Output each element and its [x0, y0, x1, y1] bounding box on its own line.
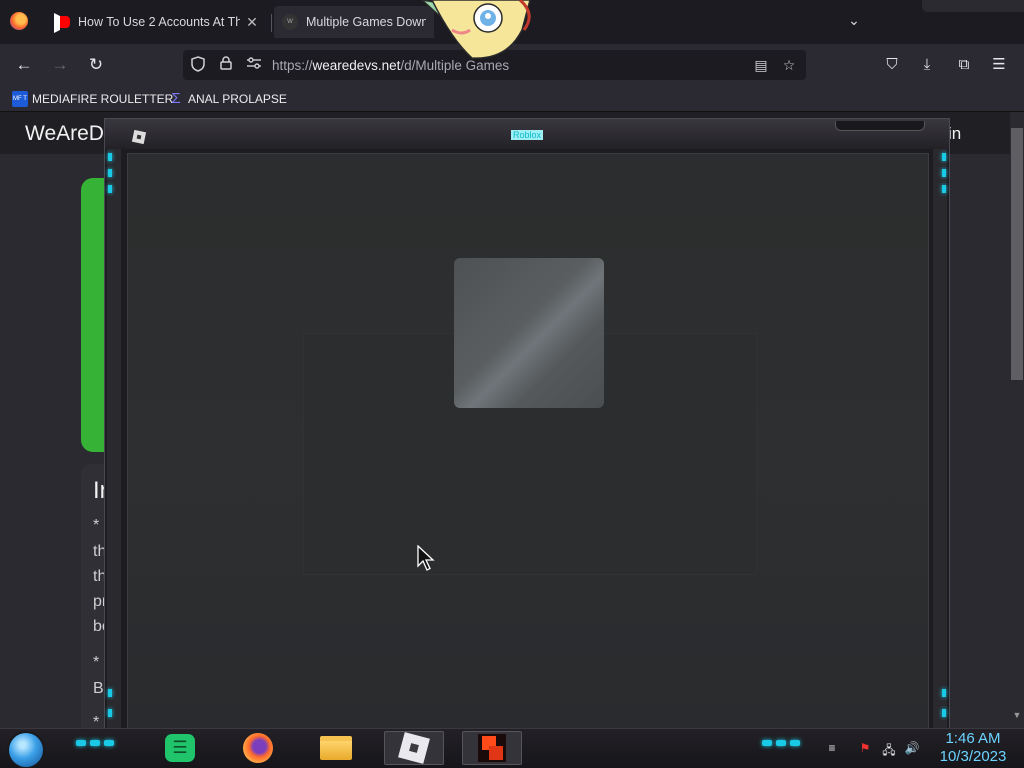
url-path: /d/Multiple Games — [400, 58, 510, 73]
action-center-flag-icon[interactable]: ⚑ — [857, 741, 873, 757]
taskbar-file-explorer[interactable] — [306, 731, 366, 765]
network-icon[interactable]: 🖧 — [881, 741, 897, 757]
shield-icon[interactable] — [189, 56, 207, 74]
bookmark-mediafire-rouletter[interactable]: MF T MEDIAFIRE ROULETTER — [12, 90, 173, 108]
frame-light — [942, 153, 946, 161]
permissions-icon[interactable] — [245, 56, 263, 74]
anime-character-overlay-icon — [412, 0, 538, 60]
youtube-icon — [54, 14, 70, 30]
window-frame-left — [107, 149, 121, 729]
page-scrollbar[interactable]: ▼ — [1010, 112, 1024, 728]
roblox-icon — [398, 732, 430, 764]
roblox-window[interactable]: Roblox — [104, 118, 950, 731]
menu-icon[interactable]: ☰ — [988, 54, 1010, 76]
url-protocol: https:// — [272, 58, 313, 73]
extensions-icon[interactable]: ⧉ — [953, 54, 975, 76]
sigma-icon: Σ — [171, 90, 181, 107]
frame-light — [108, 689, 112, 697]
lock-icon[interactable] — [217, 56, 235, 74]
taskbar-light — [790, 740, 800, 746]
show-hidden-icons-icon[interactable]: ≡ — [824, 741, 840, 757]
bookmark-anal-prolapse[interactable]: Σ ANAL PROLAPSE — [168, 90, 287, 108]
bookmark-label: MEDIAFIRE ROULETTER — [32, 92, 174, 106]
volume-icon[interactable]: 🔊 — [904, 741, 920, 757]
taskbar-red-app[interactable] — [462, 731, 522, 765]
tab-title: Multiple Games Download — [306, 15, 426, 29]
taskbar-light — [90, 740, 100, 746]
roblox-window-title: Roblox — [511, 130, 544, 140]
firefox-menu-icon[interactable] — [10, 12, 28, 30]
notes-app-icon — [165, 734, 195, 762]
info-line: * — [93, 714, 100, 728]
folder-icon — [320, 736, 352, 760]
frame-light — [942, 169, 946, 177]
wearedevs-icon: W — [282, 14, 298, 30]
site-logo-text[interactable]: WeAreD — [25, 122, 104, 146]
bookmark-star-icon[interactable]: ☆ — [780, 56, 798, 74]
reader-view-icon[interactable]: ▤ — [752, 56, 770, 74]
firefox-icon — [243, 733, 273, 763]
frame-light — [108, 709, 112, 717]
url-text[interactable]: https://wearedevs.net/d/Multiple Games — [272, 58, 509, 73]
taskbar: ≡ ⚑ 🖧 🔊 1:46 AM 10/3/2023 — [0, 728, 1024, 768]
red-blocks-app-icon — [478, 734, 506, 762]
reload-button[interactable]: ↻ — [84, 54, 108, 76]
roblox-logo-placeholder — [454, 258, 604, 408]
window-controls[interactable] — [835, 121, 925, 131]
taskbar-light — [762, 740, 772, 746]
window-controls[interactable] — [922, 0, 1024, 12]
taskbar-light — [76, 740, 86, 746]
frame-light — [942, 689, 946, 697]
scroll-down-arrow-icon[interactable]: ▼ — [1011, 710, 1023, 720]
tab-title: How To Use 2 Accounts At The Same Time — [78, 15, 240, 29]
clock[interactable]: 1:46 AM 10/3/2023 — [930, 730, 1016, 766]
tab-youtube[interactable]: How To Use 2 Accounts At The Same Time ✕ — [46, 6, 268, 38]
mediafire-icon: MF T — [12, 91, 28, 107]
clock-date: 10/3/2023 — [939, 748, 1007, 765]
frame-light — [942, 709, 946, 717]
clock-time: 1:46 AM — [945, 730, 1001, 747]
taskbar-notepad[interactable] — [150, 731, 210, 765]
taskbar-firefox[interactable] — [228, 731, 288, 765]
frame-light — [942, 185, 946, 193]
taskbar-light — [776, 740, 786, 746]
tab-list-chevron-icon[interactable]: ⌄ — [844, 12, 864, 32]
frame-light — [108, 169, 112, 177]
window-frame-right — [933, 149, 947, 729]
tab-separator — [271, 14, 272, 32]
url-domain: wearedevs.net — [312, 58, 401, 73]
start-button[interactable] — [9, 733, 43, 767]
bookmark-label: ANAL PROLAPSE — [188, 92, 287, 106]
back-button[interactable]: ← — [12, 54, 36, 76]
bookmarks-toolbar: MF T MEDIAFIRE ROULETTER Σ ANAL PROLAPSE — [0, 86, 1024, 112]
forward-button[interactable]: → — [48, 54, 72, 76]
roblox-game-canvas[interactable] — [127, 153, 929, 731]
scrollbar-thumb[interactable] — [1011, 128, 1023, 380]
tab-multiple-games[interactable]: W Multiple Games Download — [274, 6, 434, 38]
taskbar-light — [104, 740, 114, 746]
frame-light — [108, 185, 112, 193]
taskbar-roblox[interactable] — [384, 731, 444, 765]
roblox-title-bar[interactable]: Roblox — [105, 119, 949, 149]
downloads-icon[interactable]: ⤓ — [916, 54, 938, 76]
frame-light — [108, 153, 112, 161]
roblox-icon — [131, 129, 147, 145]
close-tab-icon[interactable]: ✕ — [244, 14, 260, 30]
pocket-icon[interactable]: ⛉ — [881, 54, 903, 76]
